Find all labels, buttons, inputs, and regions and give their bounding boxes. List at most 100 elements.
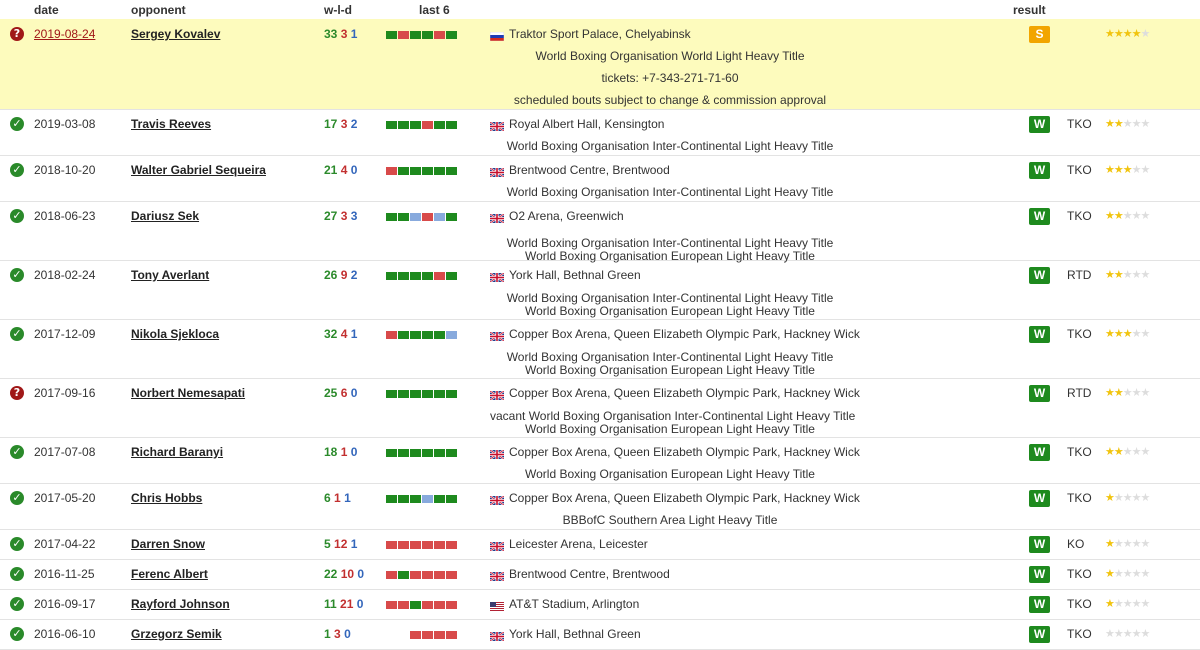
opponent-link[interactable]: Travis Reeves <box>131 117 211 131</box>
venue-link[interactable]: Traktor Sport Palace, Chelyabinsk <box>509 27 691 41</box>
last-six-result <box>410 631 421 639</box>
star-icon: ★ <box>1113 269 1124 281</box>
last-six-result <box>386 167 397 175</box>
flag-ru-icon <box>489 30 505 42</box>
last-six-result <box>386 390 397 398</box>
last-six-result <box>422 213 433 221</box>
venue-link[interactable]: Brentwood Centre, Brentwood <box>509 163 670 177</box>
opponent-link[interactable]: Grzegorz Semik <box>131 627 222 641</box>
table-row: ✓ 2017-05-20 Chris Hobbs 6 1 1 Copper Box Ar… <box>0 483 1200 530</box>
rating-stars: ★★★★★ <box>1105 627 1151 640</box>
last-six-result <box>410 167 421 175</box>
last-six-result <box>434 541 445 549</box>
star-icon: ★ <box>1131 164 1142 176</box>
venue-link[interactable]: Leicester Arena, Leicester <box>509 537 648 551</box>
table-row: ✓ 2018-06-23 Dariusz Sek 27 3 3 O2 Arena, Gr… <box>0 201 1200 263</box>
star-icon: ★ <box>1105 118 1115 130</box>
header-last6: last 6 <box>419 3 450 17</box>
opponent-link[interactable]: Nikola Sjekloca <box>131 327 219 341</box>
rating-stars: ★★★★★ <box>1105 491 1150 504</box>
last-six-result <box>422 390 433 398</box>
star-icon: ★ <box>1140 598 1151 610</box>
table-row: ✓ 2017-07-08 Richard Baranyi 18 1 0 Copper B… <box>0 437 1200 484</box>
header-date[interactable]: date <box>34 3 59 17</box>
record-w: 1 <box>324 627 331 641</box>
result-badge: S <box>1029 26 1050 43</box>
venue-link[interactable]: O2 Arena, Greenwich <box>509 209 624 223</box>
last-six-bar <box>386 571 457 579</box>
last-six-bar <box>386 495 457 503</box>
opponent-record: 1 3 0 <box>324 627 351 641</box>
last-six-bar <box>386 449 457 457</box>
venue-link[interactable]: Copper Box Arena, Queen Elizabeth Olympi… <box>509 386 860 400</box>
last-six-result <box>446 495 457 503</box>
opponent-link[interactable]: Chris Hobbs <box>131 491 202 505</box>
last-six-result <box>398 495 409 503</box>
record-w: 26 <box>324 268 338 282</box>
venue-link[interactable]: York Hall, Bethnal Green <box>509 268 641 282</box>
venue-link[interactable]: York Hall, Bethnal Green <box>509 627 641 641</box>
opponent-link[interactable]: Norbert Nemesapati <box>131 386 245 400</box>
opponent-link[interactable]: Richard Baranyi <box>131 445 223 459</box>
result-method: TKO <box>1067 597 1092 611</box>
record-l: 3 <box>340 27 348 41</box>
star-icon: ★ <box>1122 269 1133 281</box>
opponent-link[interactable]: Rayford Johnson <box>131 597 230 611</box>
venue-link[interactable]: AT&T Stadium, Arlington <box>509 597 639 611</box>
last-six-result <box>434 31 445 39</box>
opponent-link[interactable]: Darren Snow <box>131 537 205 551</box>
star-icon: ★ <box>1105 269 1115 281</box>
star-icon: ★ <box>1113 118 1124 130</box>
result-method: TKO <box>1067 627 1092 641</box>
opponent-link[interactable]: Sergey Kovalev <box>131 27 220 41</box>
opponent-link[interactable]: Ferenc Albert <box>131 567 208 581</box>
last-six-bar <box>386 272 457 280</box>
venue-link[interactable]: Copper Box Arena, Queen Elizabeth Olympi… <box>509 491 860 505</box>
table-row: ✓ 2017-12-09 Nikola Sjekloca 32 4 1 Copper B… <box>0 319 1200 379</box>
record-d: 2 <box>350 268 358 282</box>
last-six-bar <box>386 390 457 398</box>
last-six-result <box>434 272 445 280</box>
star-icon: ★ <box>1122 387 1133 399</box>
star-icon: ★ <box>1131 328 1142 340</box>
bout-note: World Boxing Organisation Inter-Continen… <box>506 291 834 305</box>
last-six-result <box>410 121 421 129</box>
record-w: 22 <box>324 567 338 581</box>
opponent-link[interactable]: Walter Gabriel Sequeira <box>131 163 266 177</box>
last-six-result <box>446 390 457 398</box>
opponent-link[interactable]: Dariusz Sek <box>131 209 199 223</box>
table-row: ? 2017-09-16 Norbert Nemesapati 25 6 0 Coppe… <box>0 378 1200 438</box>
last-six-result <box>410 390 421 398</box>
venue-link[interactable]: Copper Box Arena, Queen Elizabeth Olympi… <box>509 445 860 459</box>
opponent-link[interactable]: Tony Averlant <box>131 268 209 282</box>
last-six-result <box>422 167 433 175</box>
header-opponent[interactable]: opponent <box>131 3 186 17</box>
last-six-result <box>434 121 445 129</box>
last-six-result <box>422 272 433 280</box>
star-icon: ★ <box>1105 446 1115 458</box>
star-icon: ★ <box>1140 118 1151 130</box>
star-icon: ★ <box>1140 628 1151 640</box>
star-icon: ★ <box>1113 28 1124 40</box>
star-icon: ★ <box>1122 210 1133 222</box>
venue-link[interactable]: Copper Box Arena, Queen Elizabeth Olympi… <box>509 327 860 341</box>
star-icon: ★ <box>1131 28 1142 40</box>
star-icon: ★ <box>1140 446 1151 458</box>
flag-gb-icon <box>489 330 505 342</box>
star-icon: ★ <box>1131 210 1142 222</box>
star-icon: ★ <box>1122 568 1133 580</box>
venue-link[interactable]: Royal Albert Hall, Kensington <box>509 117 664 131</box>
star-icon: ★ <box>1122 164 1133 176</box>
last-six-result <box>410 213 421 221</box>
bout-date[interactable]: 2019-08-24 <box>34 27 95 41</box>
star-icon: ★ <box>1131 598 1142 610</box>
last-six-result <box>422 331 433 339</box>
venue-link[interactable]: Brentwood Centre, Brentwood <box>509 567 670 581</box>
opponent-record: 21 4 0 <box>324 163 357 177</box>
record-l: 3 <box>340 209 348 223</box>
table-row: ✓ 2016-09-17 Rayford Johnson 11 21 0 AT&T St… <box>0 589 1200 620</box>
star-icon: ★ <box>1113 568 1124 580</box>
record-l: 12 <box>334 537 348 551</box>
record-l: 6 <box>340 386 348 400</box>
last-six-result <box>386 495 397 503</box>
